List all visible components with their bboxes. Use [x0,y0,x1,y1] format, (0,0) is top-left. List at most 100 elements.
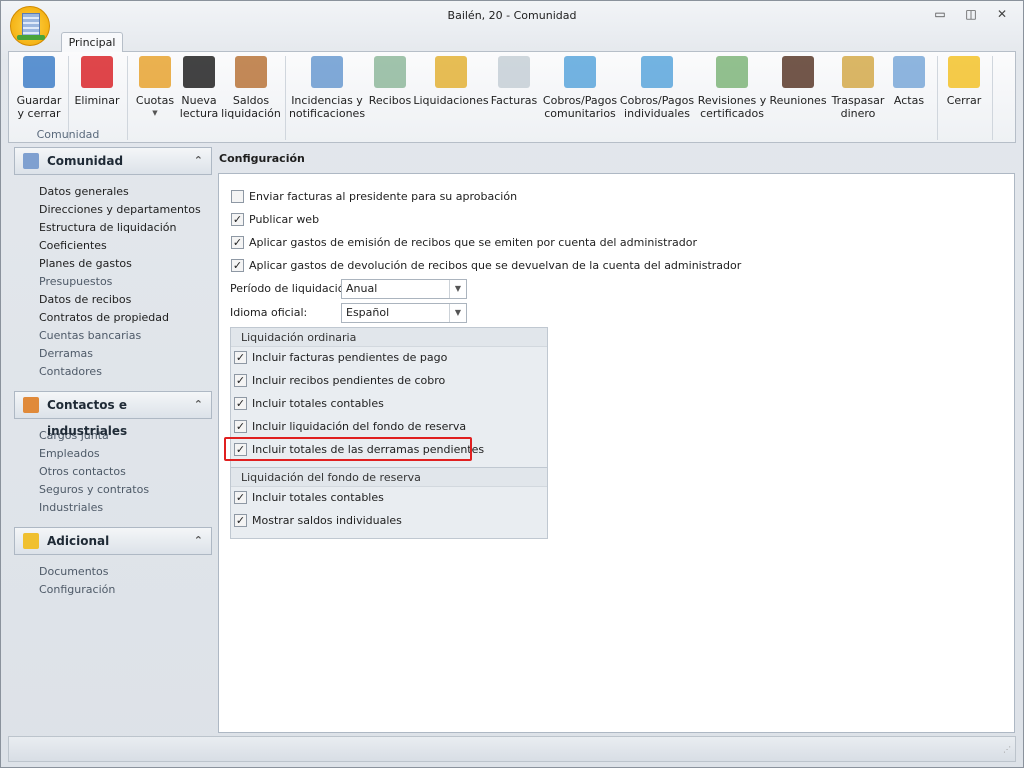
sidebar-section-0[interactable]: Comunidad ⌃ [14,147,212,175]
sidebar-section-2[interactable]: Adicional ⌃ [14,527,212,555]
close-button[interactable]: ✕ [992,7,1012,23]
chevron-down-icon[interactable]: ▼ [449,304,466,322]
clipboard-check-icon [311,56,343,88]
tab-principal[interactable]: Principal [61,32,123,52]
sidebar-item[interactable]: Estructura de liquidación [9,219,215,237]
minimize-button[interactable]: ▭ [930,7,950,23]
app-window: Bailén, 20 - Comunidad ▭ ◫ ✕ Principal C… [0,0,1024,768]
periodo-select[interactable]: Anual ▼ [341,279,467,299]
sidebar-item[interactable]: Coeficientes [9,237,215,255]
save-icon [23,56,55,88]
chevron-down-icon[interactable]: ▼ [449,280,466,298]
sidebar-item[interactable]: Presupuestos [9,273,215,291]
checkbox-checked[interactable]: ✓ [231,213,244,226]
checkbox-checked[interactable]: ✓ [231,236,244,249]
checkbox-label: Incluir totales contables [252,397,384,410]
sidebar-item[interactable]: Configuración [9,581,215,599]
checkbox-checked[interactable]: ✓ [234,351,247,364]
field-label: Idioma oficial: [230,306,308,319]
sidebar-item[interactable]: Contadores [9,363,215,381]
checkbox-option[interactable]: ✓ Mostrar saldos individuales [234,514,402,527]
checkbox-option[interactable]: ✓ Incluir facturas pendientes de pago [234,351,447,364]
ribbon-button-cerrar[interactable]: Cerrar [919,56,1009,107]
checkbox-option[interactable]: Enviar facturas al presidente para su ap… [231,190,517,203]
ribbon-separator [992,56,993,140]
checkbox-checked[interactable]: ✓ [234,514,247,527]
sidebar-item[interactable]: Seguros y contratos [9,481,215,499]
calculator-icon [564,56,596,88]
checkbox-checked[interactable]: ✓ [231,259,244,272]
highlight-box [224,437,472,461]
delete-icon [81,56,113,88]
field-label: Período de liquidación: [230,282,356,295]
checkbox-label: Incluir recibos pendientes de cobro [252,374,446,387]
checkbox-checked[interactable]: ✓ [234,397,247,410]
sidebar-section-title: Contactos e industriales [47,398,128,438]
checkbox-option[interactable]: ✓ Aplicar gastos de emisión de recibos qu… [231,236,697,249]
scales-icon [235,56,267,88]
sidebar-section-title: Adicional [47,534,110,548]
checkbox-option[interactable]: ✓ Incluir totales contables [234,397,384,410]
checkbox-checked[interactable]: ✓ [234,374,247,387]
checkbox-label: Publicar web [249,213,320,226]
sidebar-item[interactable]: Empleados [9,445,215,463]
calculator-person-icon [641,56,673,88]
sidebar-item[interactable]: Planes de gastos [9,255,215,273]
ribbon-separator [937,56,938,140]
ribbon-separator [68,56,69,140]
invoice-icon [498,56,530,88]
checkbox-option[interactable]: ✓ Incluir recibos pendientes de cobro [234,374,445,387]
checkbox-label: Enviar facturas al presidente para su ap… [249,190,518,203]
sidebar-item[interactable]: Cuentas bancarias [9,327,215,345]
sidebar-section-title: Comunidad [47,154,124,168]
sidebar-list: Datos generales Direcciones y departament… [9,175,215,381]
sidebar: Comunidad ⌃ Datos generales Direcciones y d… [9,147,215,599]
ribbon-separator [285,56,286,140]
checkbox-label: Incluir facturas pendientes de pago [252,351,448,364]
checkbox-unchecked[interactable] [231,190,244,203]
people-meeting-icon [782,56,814,88]
checkbox-checked[interactable]: ✓ [234,420,247,433]
checkbox-label: Aplicar gastos de devolución de recibos … [249,259,742,272]
checkbox-option[interactable]: ✓ Aplicar gastos de devolución de recibos… [231,259,741,272]
sidebar-item[interactable]: Otros contactos [9,463,215,481]
sidebar-item[interactable]: Datos generales [9,183,215,201]
sidebar-section-1[interactable]: Contactos e industriales ⌃ [14,391,212,438]
bell-notebook-icon [716,56,748,88]
checkbox-option[interactable]: ✓ Incluir totales contables [234,491,384,504]
checkbox-checked[interactable]: ✓ [234,491,247,504]
group-title: Liquidación ordinaria [231,328,547,347]
certificate-icon [435,56,467,88]
sidebar-item[interactable]: Documentos [9,563,215,581]
checkbox-label: Mostrar saldos individuales [252,514,402,527]
building-icon [23,153,39,169]
window-title: Bailén, 20 - Comunidad [447,9,577,22]
chevron-up-icon[interactable]: ⌃ [194,528,203,554]
sidebar-item[interactable]: Contratos de propiedad [9,309,215,327]
folder-exit-icon [948,56,980,88]
checkbox-label: Incluir liquidación del fondo de reserva [252,420,467,433]
checkbox-option[interactable]: ✓ Publicar web [231,213,319,226]
sidebar-item[interactable]: Datos de recibos [9,291,215,309]
chevron-up-icon[interactable]: ⌃ [194,148,203,174]
sidebar-item[interactable]: Direcciones y departamentos [9,201,215,219]
checkbox-option[interactable]: ✓ Incluir liquidación del fondo de reserv… [234,420,466,433]
restore-button[interactable]: ◫ [961,7,981,23]
ribbon-button-label: Cerrar [946,94,982,107]
cylinder-icon [23,533,39,549]
ribbon: Comunidad Guardar y cerrarEliminarCuotas… [8,51,1016,143]
chevron-up-icon[interactable]: ⌃ [194,392,203,418]
sidebar-item[interactable]: Derramas [9,345,215,363]
receipt-icon [374,56,406,88]
resize-grip-icon[interactable]: ⋰ [1003,745,1011,754]
select-value: Anual [346,282,378,295]
checkbox-label: Aplicar gastos de emisión de recibos que… [249,236,697,249]
group-title: Liquidación del fondo de reserva [231,468,547,487]
checkbox-label: Incluir totales contables [252,491,384,504]
status-bar: ⋰ [8,736,1016,762]
sidebar-list: Documentos Configuración [9,555,215,599]
select-value: Español [346,306,390,319]
idioma-select[interactable]: Español ▼ [341,303,467,323]
ribbon-separator [127,56,128,140]
sidebar-item[interactable]: Industriales [9,499,215,517]
